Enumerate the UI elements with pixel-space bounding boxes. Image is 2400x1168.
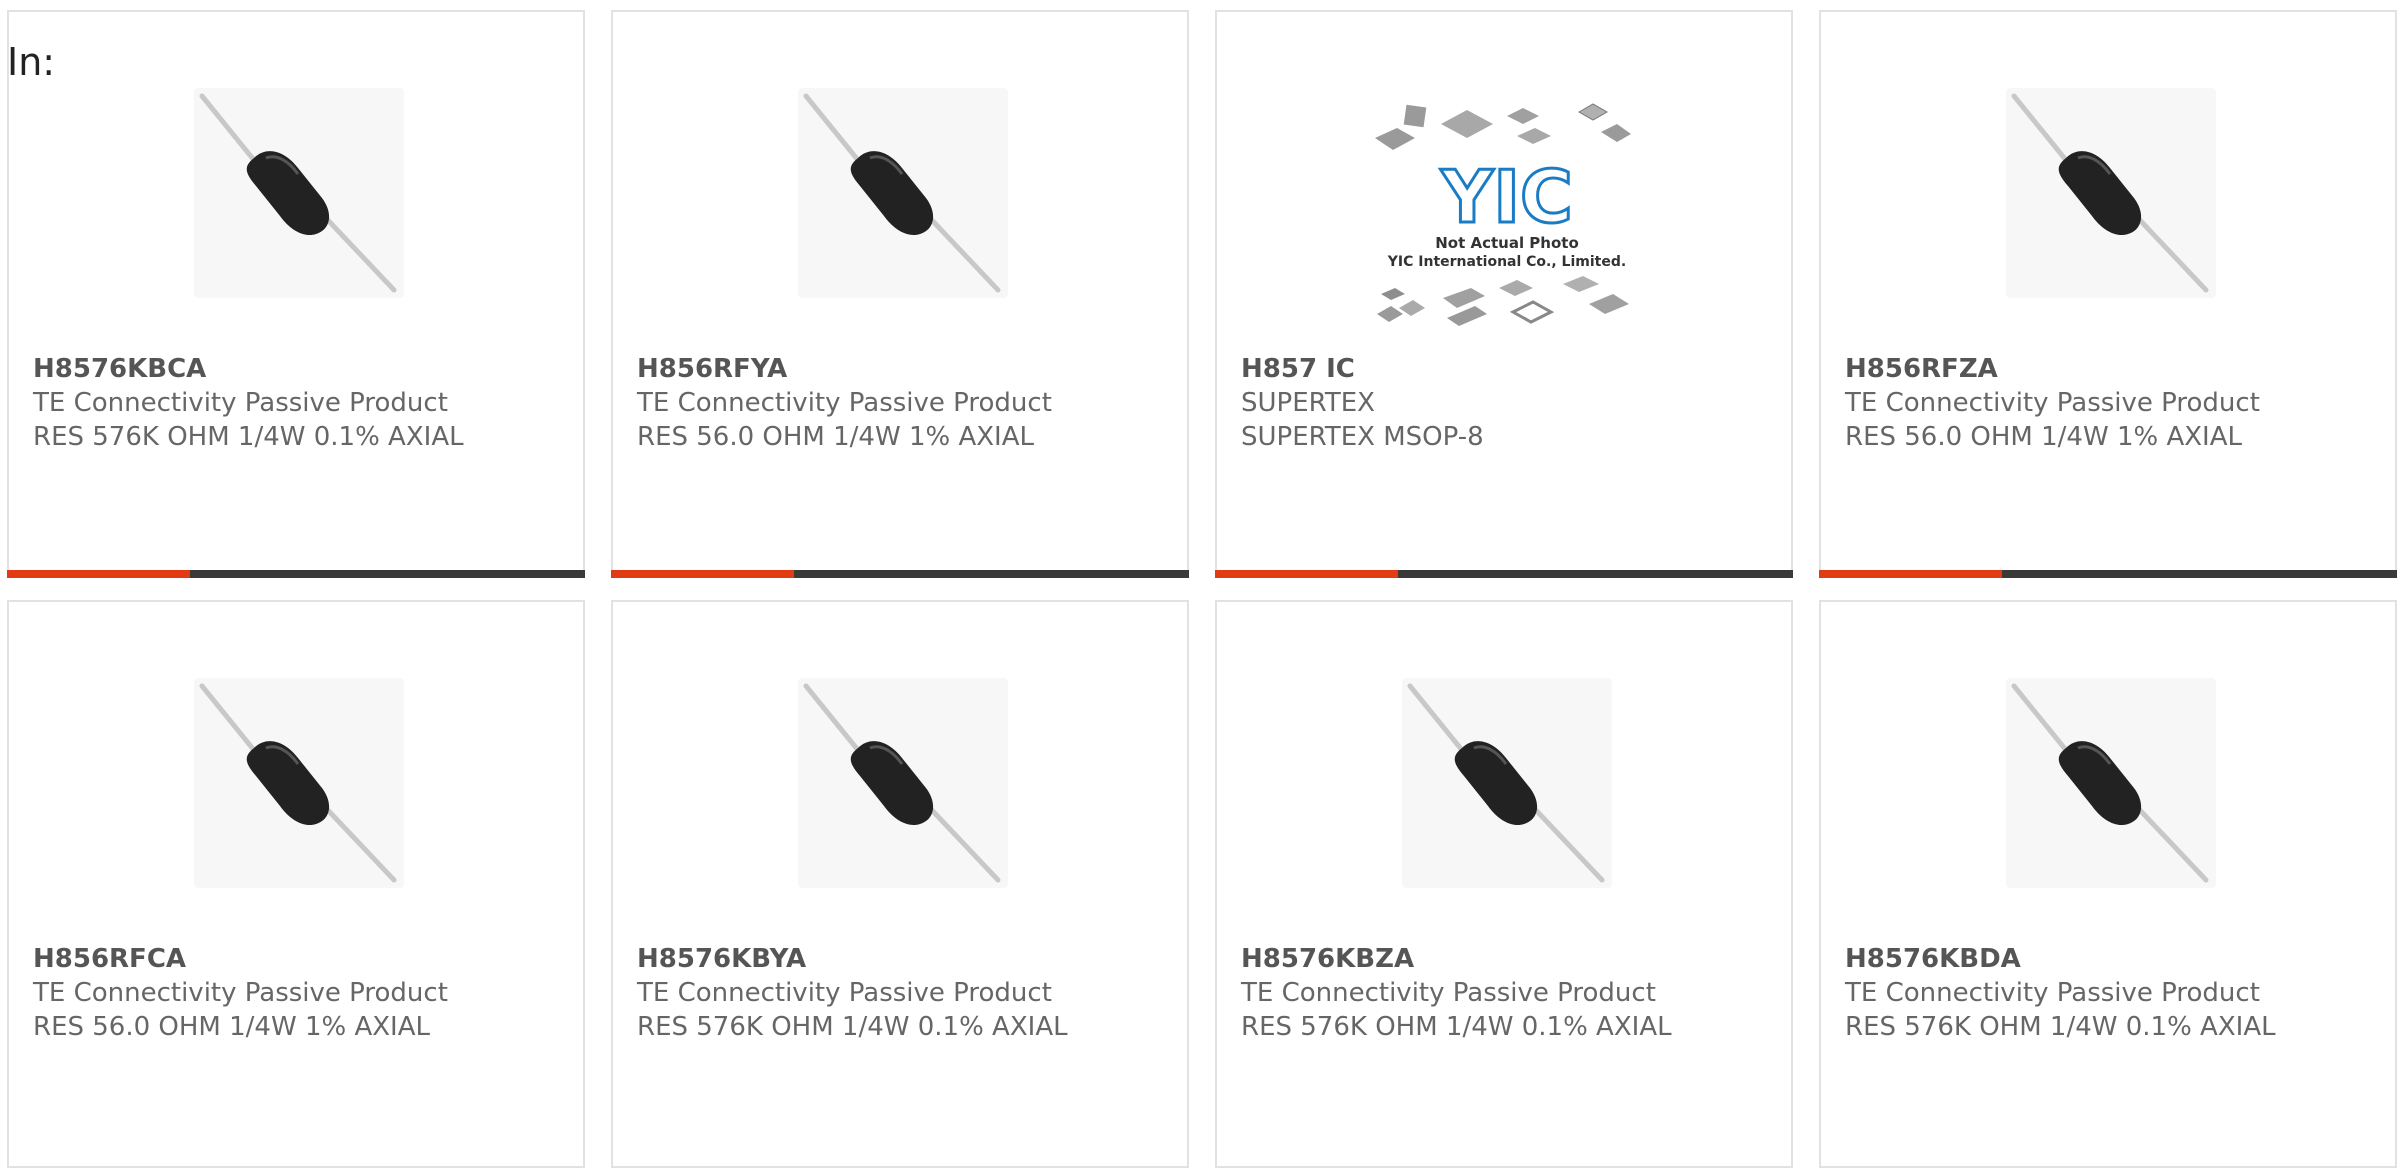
yic-logo: YIC — [1440, 155, 1573, 239]
description: RES 576K OHM 1/4W 0.1% AXIAL — [637, 1012, 1068, 1042]
manufacturer: TE Connectivity Passive Product — [33, 388, 448, 418]
product-card[interactable]: H856RFZA TE Connectivity Passive Product… — [1819, 10, 2397, 578]
description: RES 576K OHM 1/4W 0.1% AXIAL — [33, 422, 464, 452]
card-bottom-bar — [1215, 570, 1793, 578]
axial-resistor-photo — [1402, 678, 1612, 888]
part-number[interactable]: H856RFCA — [33, 942, 473, 976]
filter-label: In: — [7, 40, 56, 84]
card-bottom-bar — [7, 570, 585, 578]
card-accent-bar — [1819, 570, 2002, 578]
part-number[interactable]: H8576KBDA — [1845, 942, 2285, 976]
part-number[interactable]: H8576KBCA — [33, 352, 473, 386]
description: RES 56.0 OHM 1/4W 1% AXIAL — [33, 1012, 430, 1042]
not-actual-photo-text: Not Actual Photo — [1435, 234, 1579, 252]
axial-resistor-photo — [798, 678, 1008, 888]
description: SUPERTEX MSOP-8 — [1241, 422, 1484, 452]
part-number[interactable]: H857 IC — [1241, 352, 1681, 386]
manufacturer: TE Connectivity Passive Product — [1845, 388, 2260, 418]
axial-resistor-photo — [798, 88, 1008, 298]
description: RES 56.0 OHM 1/4W 1% AXIAL — [637, 422, 1034, 452]
card-accent-bar — [1215, 570, 1398, 578]
product-card[interactable]: H856RFYA TE Connectivity Passive Product… — [611, 10, 1189, 578]
axial-resistor-photo — [194, 678, 404, 888]
part-number[interactable]: H856RFYA — [637, 352, 1077, 386]
manufacturer: TE Connectivity Passive Product — [33, 978, 448, 1008]
manufacturer: TE Connectivity Passive Product — [1845, 978, 2260, 1008]
placeholder-photo: YIC Not Actual Photo YIC International C… — [1367, 98, 1647, 352]
product-card[interactable]: H8576KBYA TE Connectivity Passive Produc… — [611, 600, 1189, 1168]
manufacturer: TE Connectivity Passive Product — [637, 388, 1052, 418]
description: RES 56.0 OHM 1/4W 1% AXIAL — [1845, 422, 2242, 452]
manufacturer: TE Connectivity Passive Product — [1241, 978, 1656, 1008]
axial-resistor-photo — [194, 88, 404, 298]
card-bottom-bar — [611, 570, 1189, 578]
description: RES 576K OHM 1/4W 0.1% AXIAL — [1845, 1012, 2276, 1042]
card-bottom-bar — [1819, 570, 2397, 578]
manufacturer: TE Connectivity Passive Product — [637, 978, 1052, 1008]
product-card[interactable]: H8576KBZA TE Connectivity Passive Produc… — [1215, 600, 1793, 1168]
card-accent-bar — [7, 570, 190, 578]
part-number[interactable]: H856RFZA — [1845, 352, 2285, 386]
axial-resistor-photo — [2006, 678, 2216, 888]
product-card[interactable]: YIC Not Actual Photo YIC International C… — [1215, 10, 1793, 578]
yic-company-text: YIC International Co., Limited. — [1387, 254, 1626, 270]
product-card[interactable]: H8576KBCA TE Connectivity Passive Produc… — [7, 10, 585, 578]
card-accent-bar — [611, 570, 794, 578]
part-number[interactable]: H8576KBZA — [1241, 942, 1681, 976]
manufacturer: SUPERTEX — [1241, 388, 1375, 418]
part-number[interactable]: H8576KBYA — [637, 942, 1077, 976]
description: RES 576K OHM 1/4W 0.1% AXIAL — [1241, 1012, 1672, 1042]
product-card[interactable]: H8576KBDA TE Connectivity Passive Produc… — [1819, 600, 2397, 1168]
axial-resistor-photo — [2006, 88, 2216, 298]
product-card[interactable]: H856RFCA TE Connectivity Passive Product… — [7, 600, 585, 1168]
